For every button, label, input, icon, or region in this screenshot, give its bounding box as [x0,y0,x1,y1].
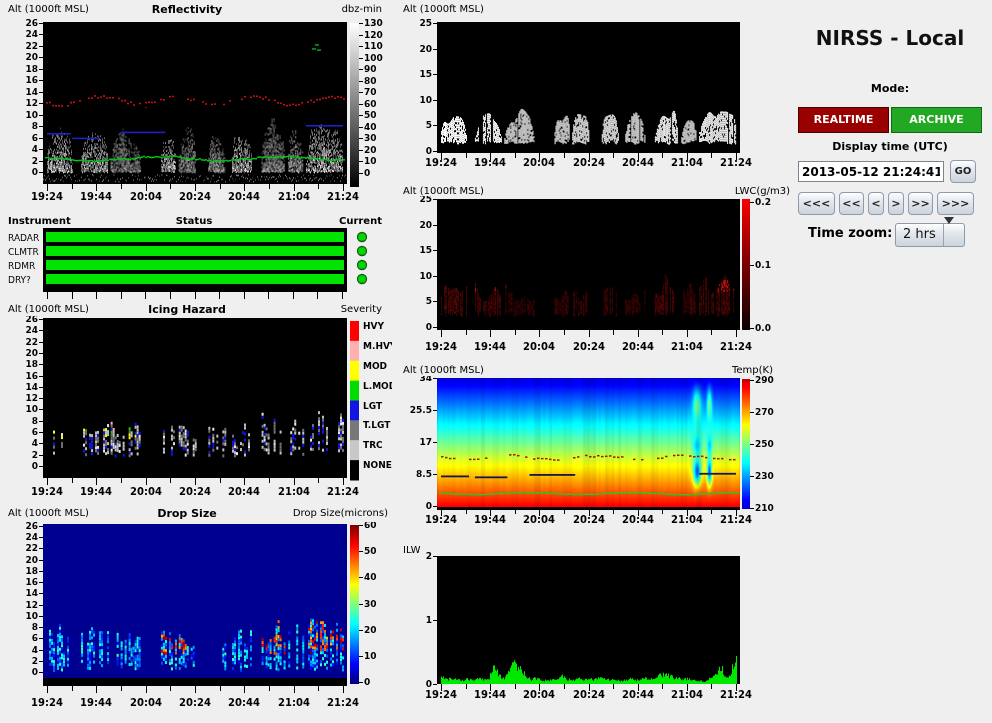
display-time-input[interactable] [798,161,944,182]
status-col-current: Current [338,216,382,227]
time-zoom-dropdown[interactable]: 2 hrs [895,217,965,248]
display-time-label: Display time (UTC) [832,140,948,153]
step-back-large-button[interactable]: <<< [798,192,835,215]
archive-button[interactable]: ARCHIVE [891,107,982,133]
instrument-status-panel: Instrument Status Current [0,216,392,304]
icing-title: Icing Hazard [148,303,226,316]
cloud-mask-plot [395,14,755,176]
lwc-panel: Alt (1000ft MSL) LWC(g/m3) [395,186,792,356]
reflectivity-panel: Alt (1000ft MSL) Reflectivity dbz-min [0,4,392,206]
go-button[interactable]: GO [950,160,976,183]
instrument-status-plot [0,228,392,302]
chevron-down-icon[interactable] [943,217,964,248]
dropsize-title: Drop Size [157,507,217,520]
realtime-button[interactable]: REALTIME [798,107,889,133]
step-forward-medium-button[interactable]: >> [908,192,933,215]
step-back-medium-button[interactable]: << [839,192,864,215]
step-forward-button[interactable]: > [888,192,904,215]
temperature-panel: Alt (1000ft MSL) Temp(K) [395,365,792,530]
reflectivity-plot [0,14,392,204]
time-zoom-value: 2 hrs [903,227,936,242]
step-back-button[interactable]: < [868,192,884,215]
control-panel: NIRSS - Local Mode: REALTIME ARCHIVE Dis… [790,20,990,260]
dropsize-colorbar-label: Drop Size(microns) [292,508,388,519]
cloud-mask-panel: Alt (1000ft MSL) [395,4,792,176]
temperature-plot [395,376,792,528]
temp-colorbar-label: Temp(K) [731,365,773,376]
icing-hazard-plot [0,316,392,502]
nirss-app-window: Alt (1000ft MSL) Reflectivity dbz-min In… [0,0,992,723]
mode-label: Mode: [870,82,910,95]
icing-severity-label: Severity [340,304,382,315]
status-col-status: Status [175,216,213,227]
time-zoom-label: Time zoom: [808,226,893,241]
step-forward-large-button[interactable]: >>> [937,192,974,215]
ilw-plot [395,552,755,702]
drop-size-plot [0,522,392,722]
drop-size-panel: Alt (1000ft MSL) Drop Size Drop Size(mic… [0,508,392,723]
icing-hazard-panel: Alt (1000ft MSL) Icing Hazard Severity [0,304,392,504]
app-title: NIRSS - Local [815,26,965,50]
lwc-plot [395,196,792,356]
temp-alt-label: Alt (1000ft MSL) [403,365,484,376]
ilw-panel: ILW [395,545,755,705]
